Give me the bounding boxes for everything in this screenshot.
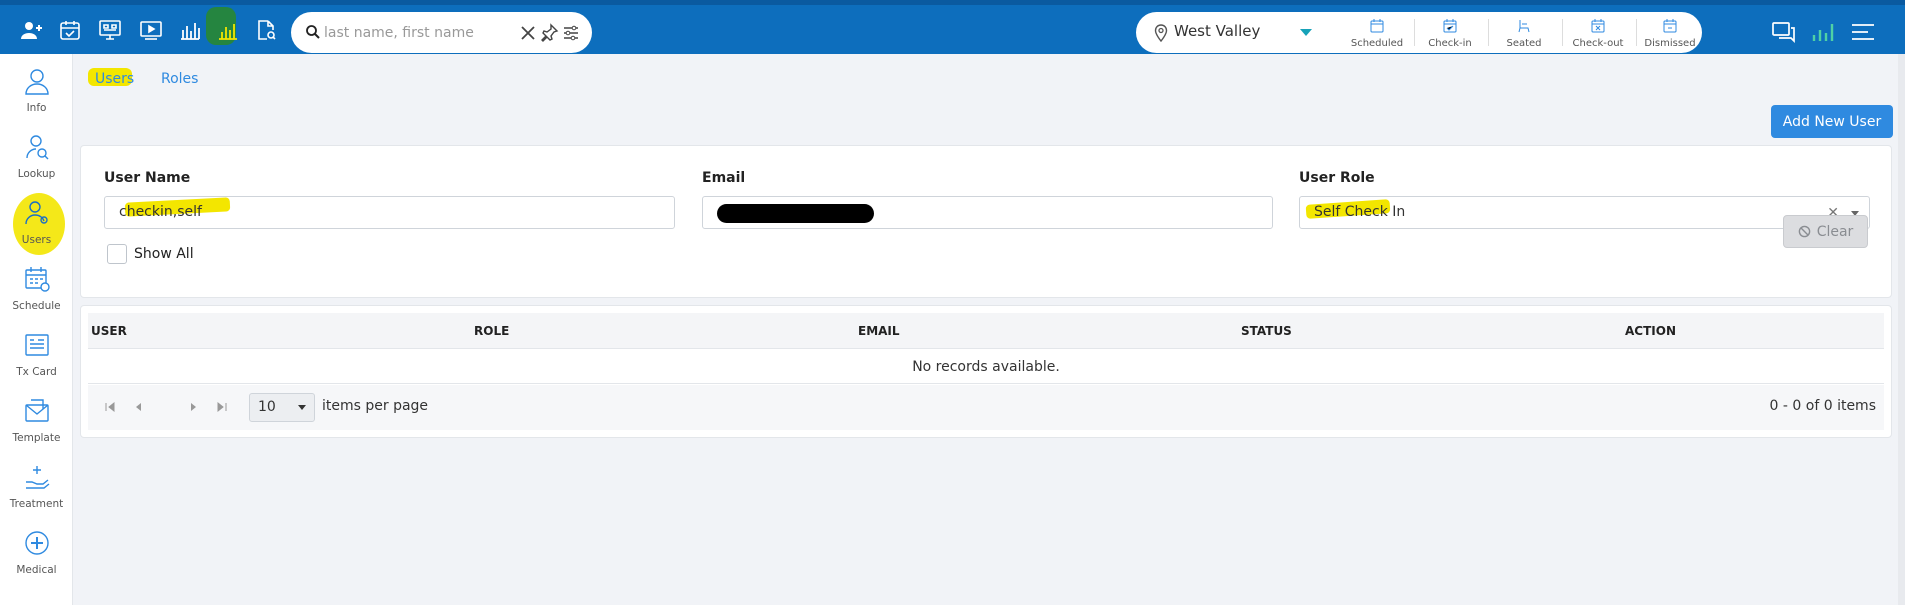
user-name-label: User Name: [104, 170, 191, 186]
sidebar-item-schedule[interactable]: Schedule: [0, 258, 73, 320]
top-bar: West Valley Scheduled Check-in Seated Ch…: [0, 0, 1905, 54]
schedule-icon: [24, 267, 50, 292]
sidebar-item-label: Schedule: [12, 300, 61, 312]
page-size-select[interactable]: 10: [249, 393, 315, 422]
sidebar-item-lookup[interactable]: Lookup: [0, 126, 73, 188]
sidebar-item-label: Treatment: [9, 498, 64, 510]
users-grid: USER ROLE EMAIL STATUS ACTION No records…: [80, 305, 1892, 438]
tab-users[interactable]: Users: [95, 71, 134, 87]
video-icon[interactable]: [137, 16, 165, 44]
chevron-down-icon: [298, 405, 306, 410]
calendar-x-icon: [1591, 19, 1605, 33]
clear-button-label: Clear: [1816, 223, 1854, 240]
clear-button[interactable]: Clear: [1783, 215, 1868, 248]
page-size-value: 10: [258, 399, 276, 415]
calendar-check-icon[interactable]: [56, 16, 84, 44]
hand-icon: [25, 466, 49, 489]
location-status-bar: West Valley Scheduled Check-in Seated Ch…: [1136, 12, 1702, 53]
person-icon: [24, 69, 49, 95]
status-dismissed[interactable]: Dismissed: [1635, 18, 1705, 50]
pager-info: 0 - 0 of 0 items: [1769, 398, 1876, 414]
sidebar-item-label: Info: [26, 102, 47, 114]
next-page-icon[interactable]: [186, 399, 202, 415]
sidebar-item-info[interactable]: Info: [0, 60, 73, 122]
calendar-icon: [1370, 19, 1384, 33]
user-name-field[interactable]: checkin,self: [104, 196, 675, 229]
sidebar-item-users[interactable]: Users: [0, 192, 73, 254]
empty-message: No records available.: [88, 350, 1884, 384]
grid-header: USER ROLE EMAIL STATUS ACTION: [88, 313, 1884, 349]
sidebar-item-template[interactable]: Template: [0, 390, 73, 452]
signal-chart-icon[interactable]: [1810, 19, 1836, 45]
location-pin-icon: [1154, 24, 1168, 42]
monitor-grid-icon[interactable]: [96, 16, 124, 44]
ban-icon: [1798, 225, 1810, 238]
status-label: Seated: [1506, 38, 1542, 49]
user-role-label: User Role: [1299, 170, 1375, 186]
status-seated[interactable]: Seated: [1489, 18, 1559, 50]
users-settings-icon: [24, 201, 48, 225]
menu-icon[interactable]: [1850, 19, 1876, 45]
user-filter-panel: User Name checkin,self Email User Role S…: [80, 145, 1892, 298]
status-label: Check-out: [1572, 38, 1624, 49]
previous-page-icon[interactable]: [130, 399, 146, 415]
sidebar-item-medical[interactable]: Medical: [0, 522, 73, 584]
calendar-check-icon: [1443, 19, 1457, 33]
bar-chart-icon[interactable]: [176, 16, 204, 44]
show-all-checkbox[interactable]: [107, 244, 127, 264]
sidebar-item-label: Template: [12, 432, 61, 444]
email-label: Email: [702, 170, 746, 186]
redaction-mark: [717, 204, 874, 223]
status-check-out[interactable]: Check-out: [1563, 18, 1633, 50]
pager: 10 items per page 0 - 0 of 0 items: [88, 385, 1884, 430]
filter-sliders-icon[interactable]: [561, 23, 581, 43]
person-search-icon: [25, 135, 48, 160]
sidebar-item-label: Lookup: [17, 168, 56, 180]
scrollbar[interactable]: [1898, 54, 1905, 605]
sidebar: Info Lookup Users Schedule Tx Card Templ…: [0, 54, 73, 605]
chat-icon[interactable]: [1771, 19, 1797, 45]
column-header-email[interactable]: EMAIL: [858, 324, 900, 338]
user-name-value: checkin,self: [119, 204, 202, 220]
medical-plus-icon: [24, 531, 49, 555]
status-label: Check-in: [1428, 38, 1472, 49]
report-chart-icon[interactable]: [214, 16, 242, 44]
status-check-in[interactable]: Check-in: [1415, 18, 1485, 50]
sidebar-item-label: Medical: [16, 564, 57, 576]
location-dropdown-caret[interactable]: [1300, 29, 1312, 36]
status-label: Scheduled: [1350, 38, 1404, 49]
envelope-icon: [24, 399, 49, 422]
search-icon: [306, 25, 320, 39]
sidebar-item-treatment[interactable]: Treatment: [0, 456, 73, 518]
column-header-action[interactable]: ACTION: [1625, 324, 1676, 338]
first-page-icon[interactable]: [102, 399, 118, 415]
add-new-user-button[interactable]: Add New User: [1771, 105, 1893, 138]
status-label: Dismissed: [1644, 38, 1696, 49]
sidebar-item-label: Tx Card: [16, 366, 57, 378]
items-per-page-label: items per page: [322, 398, 429, 414]
calendar-dismiss-icon: [1663, 19, 1677, 33]
user-role-value: Self Check In: [1314, 204, 1406, 220]
location-name[interactable]: West Valley: [1174, 22, 1260, 40]
column-header-status[interactable]: STATUS: [1241, 324, 1292, 338]
patient-search: [291, 12, 592, 53]
add-user-icon[interactable]: [18, 16, 46, 44]
card-icon: [24, 334, 49, 356]
show-all-label: Show All: [134, 246, 194, 262]
chair-icon: [1518, 20, 1530, 33]
sidebar-item-tx-card[interactable]: Tx Card: [0, 324, 73, 386]
last-page-icon[interactable]: [214, 399, 230, 415]
column-header-user[interactable]: USER: [91, 324, 127, 338]
document-search-icon[interactable]: [252, 16, 280, 44]
clear-search-icon[interactable]: [518, 23, 538, 43]
sidebar-item-label: Users: [21, 234, 52, 246]
column-header-role[interactable]: ROLE: [474, 324, 509, 338]
status-scheduled[interactable]: Scheduled: [1342, 18, 1412, 50]
pin-icon[interactable]: [539, 23, 559, 43]
tab-roles[interactable]: Roles: [161, 71, 198, 87]
search-input[interactable]: [324, 22, 504, 43]
